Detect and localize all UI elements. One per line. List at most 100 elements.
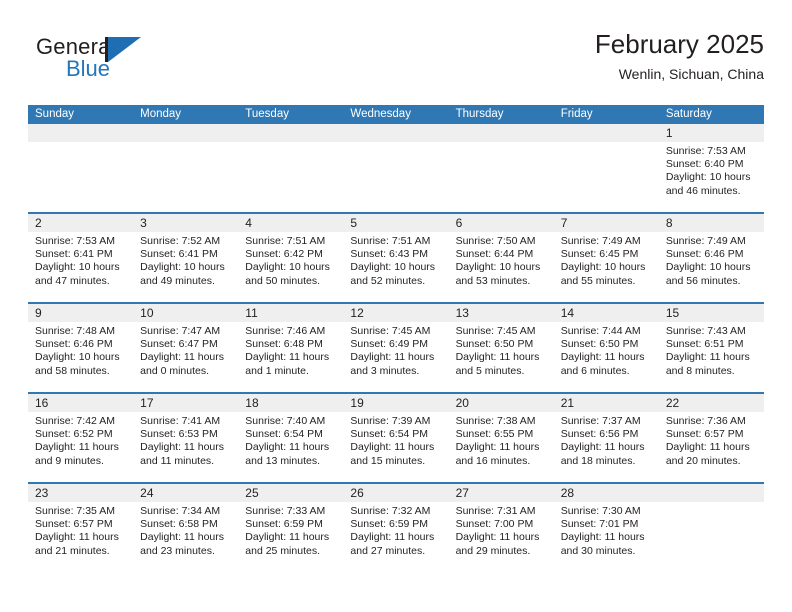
daylight-line: Daylight: 11 hours [560,351,645,364]
calendar-day-cell-empty [449,124,554,212]
day-details: Sunrise: 7:42 AM Sunset: 6:52 PM Daylight:… [35,415,129,468]
calendar-day-cell[interactable]: 11 Sunrise: 7:46 AM Sunset: 6:48 PM Dayligh… [238,304,343,392]
day-details: Sunrise: 7:38 AM Sunset: 6:55 PM Daylight:… [456,415,550,468]
daylight-line-cont: and 11 minutes. [140,454,215,467]
day-details: Sunrise: 7:53 AM Sunset: 6:41 PM Daylight:… [35,235,129,288]
daylight-line-cont: and 1 minute. [245,364,309,377]
daylight-line: Daylight: 11 hours [350,531,435,544]
calendar-day-cell[interactable]: 15 Sunrise: 7:43 AM Sunset: 6:51 PM Dayligh… [659,304,764,392]
sunset-line: Sunset: 6:45 PM [560,248,639,261]
daylight-line: Daylight: 11 hours [35,531,119,544]
daylight-line-cont: and 5 minutes. [455,364,525,377]
sunrise-line: Sunrise: 7:33 AM [245,505,326,517]
sunset-line: Sunset: 6:49 PM [350,338,429,351]
day-number: 28 [560,486,575,500]
weekday-header-sunday: Sunday [35,108,75,120]
day-details: Sunrise: 7:30 AM Sunset: 7:01 PM Daylight:… [561,505,655,558]
day-number: 12 [350,306,364,320]
day-number: 3 [140,216,147,230]
calendar-day-cell[interactable]: 6 Sunrise: 7:50 AM Sunset: 6:44 PM Daylight… [449,214,554,302]
page-title: February 2025 [594,29,764,59]
sunset-line: Sunset: 6:53 PM [140,428,218,441]
calendar-day-cell[interactable]: 9 Sunrise: 7:48 AM Sunset: 6:46 PM Daylight… [28,304,133,392]
daylight-line: Daylight: 11 hours [665,351,750,364]
daylight-line-cont: and 52 minutes. [350,274,426,287]
sunset-line: Sunset: 6:59 PM [350,518,429,531]
sunset-line: Sunset: 6:47 PM [140,338,218,351]
daylight-line: Daylight: 11 hours [350,441,435,454]
calendar-day-cell[interactable]: 8 Sunrise: 7:49 AM Sunset: 6:46 PM Daylight… [659,214,764,302]
sunset-line: Sunset: 6:41 PM [35,248,113,261]
sunset-line: Sunset: 6:58 PM [140,518,218,531]
daylight-line: Daylight: 11 hours [140,441,224,454]
calendar-day-cell[interactable]: 24 Sunrise: 7:34 AM Sunset: 6:58 PM Dayligh… [133,484,238,572]
day-number: 27 [455,486,469,500]
day-details: Sunrise: 7:35 AM Sunset: 6:57 PM Daylight:… [35,505,129,558]
calendar-day-cell-empty [343,124,448,212]
calendar-day-cell[interactable]: 19 Sunrise: 7:39 AM Sunset: 6:54 PM Dayligh… [343,394,448,482]
calendar-page: General Blue February 2025 Wenlin, Sichu… [0,0,792,612]
sunrise-line: Sunrise: 7:53 AM [35,235,115,247]
sunrise-line: Sunrise: 7:49 AM [560,235,641,247]
calendar-day-cell[interactable]: 22 Sunrise: 7:36 AM Sunset: 6:57 PM Dayligh… [659,394,764,482]
calendar-day-cell[interactable]: 14 Sunrise: 7:44 AM Sunset: 6:50 PM Dayligh… [554,304,659,392]
daylight-line: Daylight: 10 hours [35,351,120,364]
day-details: Sunrise: 7:39 AM Sunset: 6:54 PM Daylight:… [350,415,444,468]
calendar-day-cell[interactable]: 13 Sunrise: 7:45 AM Sunset: 6:50 PM Dayligh… [449,304,554,392]
day-details: Sunrise: 7:52 AM Sunset: 6:41 PM Daylight:… [140,235,234,288]
calendar-day-cell[interactable]: 2 Sunrise: 7:53 AM Sunset: 6:41 PM Daylight… [28,214,133,302]
daylight-line-cont: and 9 minutes. [35,454,104,467]
day-details: Sunrise: 7:45 AM Sunset: 6:50 PM Daylight:… [456,325,550,378]
daylight-line-cont: and 55 minutes. [560,274,636,287]
sunrise-line: Sunrise: 7:50 AM [455,235,536,247]
sunset-line: Sunset: 6:56 PM [560,428,639,441]
calendar-day-cell[interactable]: 7 Sunrise: 7:49 AM Sunset: 6:45 PM Daylight… [554,214,659,302]
daylight-line: Daylight: 10 hours [35,261,120,274]
day-details: Sunrise: 7:46 AM Sunset: 6:48 PM Daylight:… [245,325,339,378]
daylight-line: Daylight: 11 hours [245,351,330,364]
sunset-line: Sunset: 6:51 PM [665,338,744,351]
calendar-day-cell[interactable]: 21 Sunrise: 7:37 AM Sunset: 6:56 PM Dayligh… [554,394,659,482]
calendar-day-cell[interactable]: 27 Sunrise: 7:31 AM Sunset: 7:00 PM Dayligh… [449,484,554,572]
daylight-line: Daylight: 11 hours [665,441,750,454]
calendar-day-cell[interactable]: 1 Sunrise: 7:53 AM Sunset: 6:40 PM Daylight… [659,124,764,212]
daylight-line-cont: and 47 minutes. [35,274,110,287]
calendar-day-cell[interactable]: 18 Sunrise: 7:40 AM Sunset: 6:54 PM Dayligh… [238,394,343,482]
calendar-day-cell-empty [133,124,238,212]
calendar-day-cell[interactable]: 10 Sunrise: 7:47 AM Sunset: 6:47 PM Dayligh… [133,304,238,392]
sunrise-line: Sunrise: 7:47 AM [140,325,221,337]
daylight-line: Daylight: 11 hours [560,441,645,454]
calendar-day-cell[interactable]: 17 Sunrise: 7:41 AM Sunset: 6:53 PM Dayligh… [133,394,238,482]
day-details: Sunrise: 7:44 AM Sunset: 6:50 PM Daylight:… [561,325,655,378]
daylight-line-cont: and 6 minutes. [560,364,630,377]
weekday-header-thursday: Thursday [455,108,504,120]
daylight-line-cont: and 58 minutes. [35,364,110,377]
day-number: 25 [245,486,259,500]
week-cells: 2 Sunrise: 7:53 AM Sunset: 6:41 PM Daylight… [28,214,764,302]
calendar-day-cell[interactable]: 20 Sunrise: 7:38 AM Sunset: 6:55 PM Dayligh… [449,394,554,482]
day-number: 11 [245,306,258,320]
day-number: 13 [455,306,469,320]
daylight-line-cont: and 50 minutes. [245,274,320,287]
calendar-day-cell[interactable]: 3 Sunrise: 7:52 AM Sunset: 6:41 PM Daylight… [133,214,238,302]
calendar-day-cell-empty [554,124,659,212]
calendar-day-cell[interactable]: 23 Sunrise: 7:35 AM Sunset: 6:57 PM Dayligh… [28,484,133,572]
daylight-line: Daylight: 10 hours [245,261,330,274]
logo-word-blue: Blue [66,56,111,81]
daylight-line: Daylight: 10 hours [560,261,646,274]
daylight-line-cont: and 21 minutes. [35,544,110,557]
calendar-day-cell[interactable]: 28 Sunrise: 7:30 AM Sunset: 7:01 PM Dayligh… [554,484,659,572]
calendar-day-cell[interactable]: 25 Sunrise: 7:33 AM Sunset: 6:59 PM Dayligh… [238,484,343,572]
calendar-day-cell[interactable]: 5 Sunrise: 7:51 AM Sunset: 6:43 PM Daylight… [343,214,448,302]
sunset-line: Sunset: 6:52 PM [35,428,113,441]
calendar-day-cell[interactable]: 16 Sunrise: 7:42 AM Sunset: 6:52 PM Dayligh… [28,394,133,482]
day-number: 21 [560,396,575,410]
week-cells: 1 Sunrise: 7:53 AM Sunset: 6:40 PM Daylight… [28,124,764,212]
day-number: 6 [455,216,463,230]
calendar-day-cell[interactable]: 4 Sunrise: 7:51 AM Sunset: 6:42 PM Daylight… [238,214,343,302]
sunrise-line: Sunrise: 7:38 AM [455,415,536,427]
calendar-day-cell[interactable]: 12 Sunrise: 7:45 AM Sunset: 6:49 PM Dayligh… [343,304,448,392]
calendar-day-cell[interactable]: 26 Sunrise: 7:32 AM Sunset: 6:59 PM Dayligh… [343,484,448,572]
day-number: 10 [140,306,154,320]
sunrise-line: Sunrise: 7:39 AM [350,415,431,427]
